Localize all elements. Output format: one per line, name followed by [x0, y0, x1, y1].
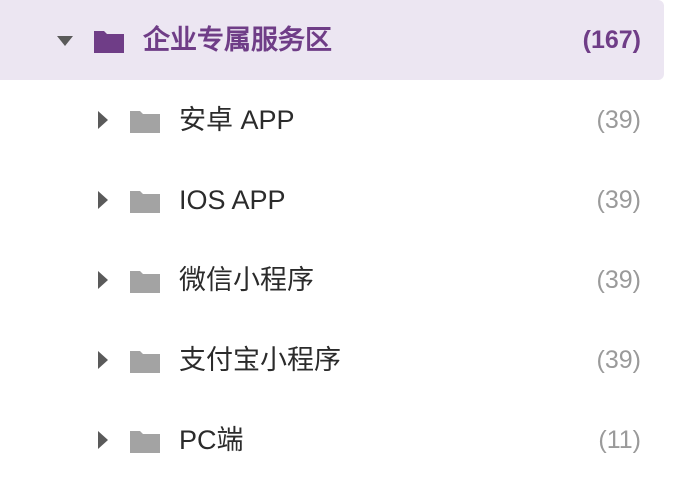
tree-item-alipay-mini-program[interactable]: 支付宝小程序 (39) — [0, 320, 694, 400]
caret-right-icon[interactable] — [92, 240, 116, 320]
tree-item-wechat-mini-program[interactable]: 微信小程序 (39) — [0, 240, 694, 320]
tree-item-count: (39) — [596, 106, 641, 134]
tree-item-label: 微信小程序 — [179, 265, 314, 295]
caret-right-icon[interactable] — [92, 320, 116, 400]
tree-item-count: (167) — [582, 26, 641, 54]
tree-item-pc[interactable]: PC端 (11) — [0, 400, 694, 480]
tree-item-label: 支付宝小程序 — [179, 345, 341, 375]
folder-icon — [128, 320, 162, 400]
tree-item-label: 安卓 APP — [179, 105, 295, 135]
tree-item-label: 企业专属服务区 — [143, 25, 332, 55]
tree-item-count: (39) — [596, 346, 641, 374]
caret-right-icon[interactable] — [92, 80, 116, 160]
tree-item-count: (39) — [596, 186, 641, 214]
folder-tree: 企业专属服务区 (167) 安卓 APP (39) IOS APP (39) 微… — [0, 0, 694, 480]
tree-item-label: IOS APP — [179, 185, 286, 215]
caret-right-icon[interactable] — [92, 160, 116, 240]
folder-icon — [92, 0, 126, 80]
caret-right-icon[interactable] — [92, 400, 116, 480]
tree-item-count: (11) — [598, 426, 641, 454]
tree-item-android-app[interactable]: 安卓 APP (39) — [0, 80, 694, 160]
tree-item-count: (39) — [596, 266, 641, 294]
folder-icon — [128, 160, 162, 240]
folder-icon — [128, 400, 162, 480]
folder-icon — [128, 80, 162, 160]
folder-icon — [128, 240, 162, 320]
tree-item-ios-app[interactable]: IOS APP (39) — [0, 160, 694, 240]
caret-down-icon[interactable] — [54, 0, 78, 80]
tree-item-enterprise-service-area[interactable]: 企业专属服务区 (167) — [0, 0, 664, 80]
tree-item-label: PC端 — [179, 425, 244, 455]
